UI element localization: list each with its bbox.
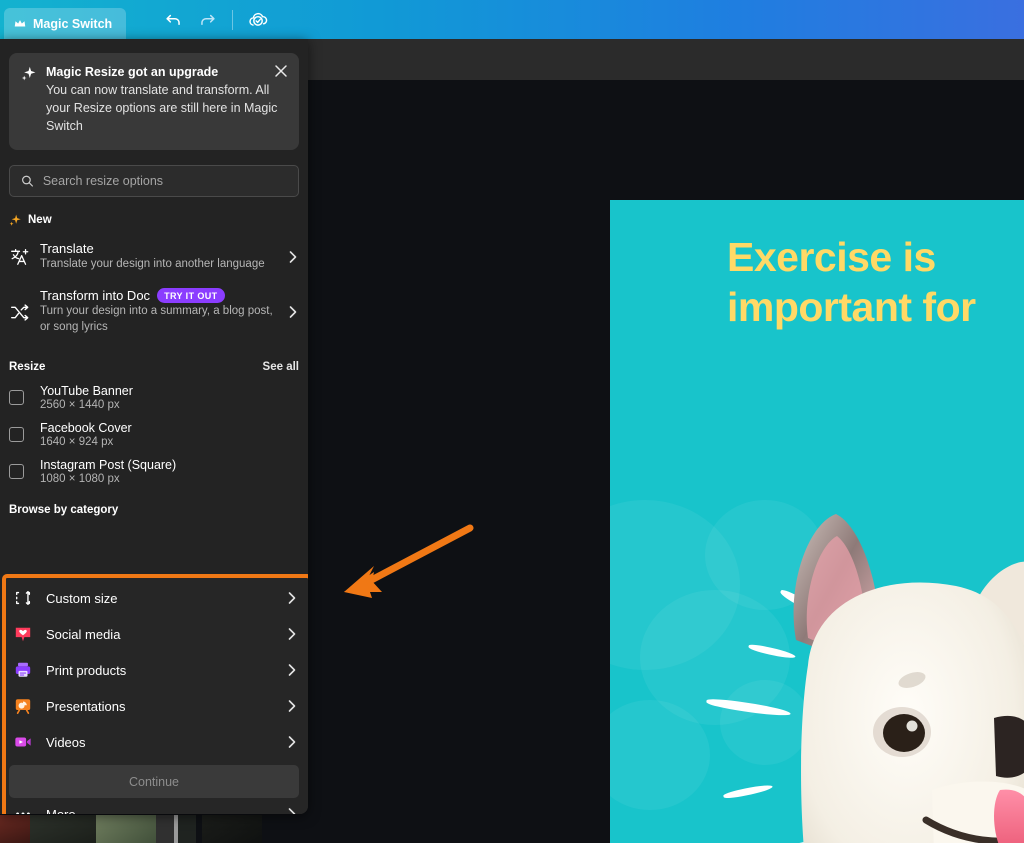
notice-text: You can now translate and transform. All… [46,83,278,133]
checkbox[interactable] [9,427,24,443]
menu-item-translate[interactable]: Translate Translate your design into ano… [0,233,308,281]
redo-button[interactable] [190,3,224,37]
chevron-right-icon [289,250,297,263]
checkbox[interactable] [9,464,24,480]
thumbnail[interactable] [96,815,156,843]
checkbox[interactable] [9,390,24,406]
magic-switch-tab-label: Magic Switch [33,16,113,31]
category-presentations[interactable]: Presentations [6,688,308,724]
chevron-right-icon [288,736,296,748]
category-label: Social media [46,626,121,642]
thumbnail[interactable] [202,815,262,843]
panel-footer: Continue [0,765,308,798]
category-custom-size[interactable]: Custom size [6,580,308,616]
cloud-saved-button[interactable] [241,3,275,37]
social-media-heart-icon [15,627,31,642]
magic-switch-panel[interactable]: Magic Resize got an upgrade You can now … [0,39,308,814]
magic-switch-tab[interactable]: Magic Switch [4,8,127,39]
videos-icon [15,737,31,747]
poster-title: Exercise is important for [727,234,976,331]
category-print-products[interactable]: Print products [6,652,308,688]
translate-label: Translate [40,240,94,256]
thumbnail[interactable] [156,815,174,843]
search-icon [22,175,34,187]
try-it-out-badge: TRY IT OUT [157,288,225,304]
chevron-right-icon [288,592,296,604]
app-root: Exercise is important for Magic Switch M… [0,0,1024,843]
thumbnail[interactable] [30,815,96,843]
chevron-right-icon [289,306,297,319]
sparkle-icon [21,66,36,81]
resize-section-title: Resize [9,361,46,374]
crown-icon [14,20,26,27]
notice-title: Magic Resize got an upgrade [46,65,219,79]
cloud-check-icon [249,12,268,26]
top-bar: Magic Switch [0,0,1024,39]
category-label: Videos [46,734,86,750]
menu-item-transform-into-doc[interactable]: Transform into Doc TRY IT OUT Turn your … [0,280,308,344]
redo-icon [200,14,215,26]
search-container [9,164,299,197]
undo-icon [166,14,180,26]
chevron-right-icon [288,664,296,676]
resize-option-instagram-post-square[interactable]: Instagram Post (Square) 1080 × 1080 px [0,453,308,490]
category-videos[interactable]: Videos [6,724,308,760]
chevron-right-icon [288,700,296,712]
print-products-icon [15,662,31,677]
poster-artboard[interactable]: Exercise is important for [610,200,1024,843]
search-input[interactable] [42,173,287,188]
search-box[interactable] [9,164,299,197]
resize-option-facebook-cover[interactable]: Facebook Cover 1640 × 924 px [0,416,308,453]
new-section-header: New [0,214,308,227]
new-section-title: New [28,214,52,227]
resize-option-name: Instagram Post (Square) [40,458,177,473]
category-label: More [46,806,76,815]
french-bulldog-photo [793,514,1024,843]
category-label: Custom size [46,590,118,606]
chevron-right-icon [288,808,296,814]
continue-button[interactable]: Continue [9,765,299,798]
chevron-right-icon [288,628,296,640]
resize-option-dimensions: 1080 × 1080 px [40,473,120,486]
close-icon[interactable] [273,63,289,79]
shuffle-icon [10,304,28,321]
upgrade-notice: Magic Resize got an upgrade You can now … [9,53,299,150]
transform-into-doc-label: Transform into Doc [40,288,151,304]
more-dots-icon [16,812,30,814]
page-thumbnails[interactable] [0,815,520,843]
resize-option-name: Facebook Cover [40,421,132,436]
thumbnail[interactable] [178,815,196,843]
thumbnail[interactable] [0,815,30,843]
resize-option-name: YouTube Banner [40,384,133,399]
category-more[interactable]: More [6,796,308,814]
see-all-link[interactable]: See all [263,361,299,373]
custom-size-icon [16,591,31,605]
resize-section-header: Resize See all [0,361,308,373]
presentations-icon [15,699,31,715]
transform-into-doc-description: Turn your design into a summary, a blog … [40,305,273,334]
browse-by-category-title: Browse by category [9,504,119,517]
category-label: Presentations [46,698,126,714]
resize-option-dimensions: 2560 × 1440 px [40,399,120,412]
translate-icon [10,248,28,265]
category-social-media[interactable]: Social media [6,616,308,652]
undo-button[interactable] [156,3,190,37]
resize-option-dimensions: 1640 × 924 px [40,436,114,449]
resize-option-youtube-banner[interactable]: YouTube Banner 2560 × 1440 px [0,379,308,416]
sparkle-icon [9,214,21,226]
toolbar-divider [232,9,234,30]
translate-description: Translate your design into another langu… [40,257,265,270]
category-label: Print products [46,662,127,678]
